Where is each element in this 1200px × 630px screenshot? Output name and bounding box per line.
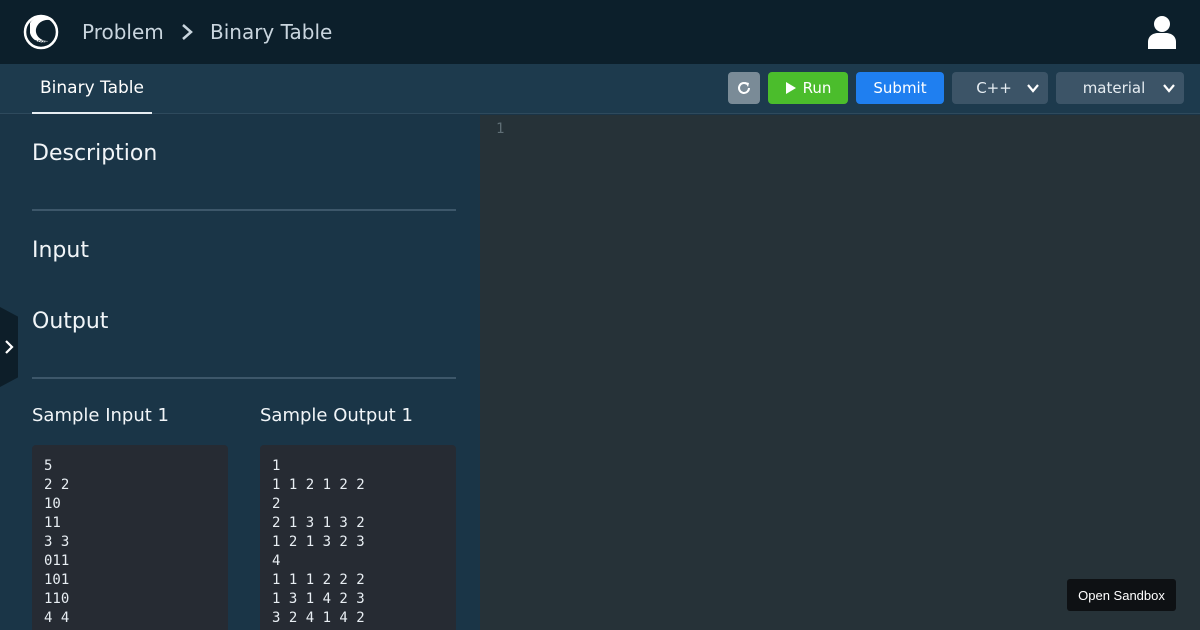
- input-heading: Input: [32, 238, 89, 263]
- open-sandbox-button[interactable]: Open Sandbox: [1067, 579, 1176, 611]
- problem-panel[interactable]: Description Input Output Sample Input 1 …: [0, 115, 480, 630]
- refresh-icon: [738, 82, 750, 94]
- svg-text:1998: 1998: [35, 40, 48, 46]
- sample-output-heading: Sample Output 1: [260, 405, 413, 426]
- chevron-right-icon: [182, 24, 193, 40]
- top-header: 1998 Problem Binary Table: [0, 0, 1200, 64]
- reset-button[interactable]: [728, 72, 760, 104]
- language-select[interactable]: C++: [952, 72, 1048, 104]
- chevron-right-icon: [5, 340, 14, 354]
- description-heading: Description: [32, 141, 158, 166]
- toolbar: Binary Table Run Submit C++ material: [0, 64, 1200, 114]
- sample-input-heading: Sample Input 1: [32, 405, 169, 426]
- theme-select[interactable]: material: [1056, 72, 1184, 104]
- play-icon: [785, 82, 796, 94]
- swan-logo-icon[interactable]: 1998: [22, 11, 60, 53]
- sidebar-toggle[interactable]: [0, 307, 18, 387]
- run-button[interactable]: Run: [768, 72, 848, 104]
- breadcrumb-current: Binary Table: [210, 20, 333, 44]
- submit-button[interactable]: Submit: [856, 72, 944, 104]
- divider: [32, 209, 456, 211]
- sample-output-block[interactable]: 1 1 1 2 1 2 2 2 2 1 3 1 3 2 1 2 1 3 2 3 …: [260, 445, 456, 630]
- breadcrumb-problem[interactable]: Problem: [82, 0, 164, 64]
- sample-input-block[interactable]: 5 2 2 10 11 3 3 011 101 110 4 4 1111 011…: [32, 445, 228, 630]
- chevron-down-icon: [1027, 84, 1039, 93]
- chevron-down-icon: [1163, 84, 1175, 93]
- run-label: Run: [802, 79, 832, 97]
- code-editor[interactable]: 1: [480, 115, 1200, 630]
- output-heading: Output: [32, 309, 109, 334]
- line-number: 1: [496, 121, 505, 137]
- divider: [32, 377, 456, 379]
- tab-binary-table[interactable]: Binary Table: [32, 64, 152, 114]
- user-icon[interactable]: [1146, 15, 1178, 49]
